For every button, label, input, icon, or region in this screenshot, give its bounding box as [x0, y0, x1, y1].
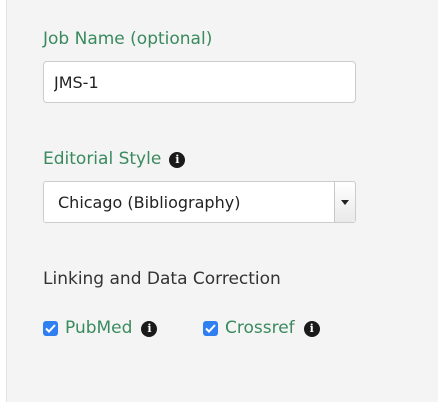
chevron-down-icon[interactable] — [334, 182, 355, 222]
crossref-label[interactable]: Crossref — [225, 320, 295, 337]
crossref-option: Crossref i — [203, 320, 320, 337]
editorial-style-label: Editorial Style — [43, 149, 162, 169]
pubmed-label[interactable]: PubMed — [65, 320, 132, 337]
info-circle-icon[interactable]: i — [169, 151, 186, 168]
pubmed-option: PubMed i — [43, 320, 158, 337]
checkmark-icon — [45, 324, 56, 333]
job-settings-panel: Job Name (optional) Editorial Style i Ch… — [6, 0, 438, 402]
editorial-style-selected-value: Chicago (Bibliography) — [58, 192, 241, 212]
editorial-style-select[interactable]: Chicago (Bibliography) — [43, 181, 356, 223]
editorial-style-label-row: Editorial Style i — [43, 149, 186, 169]
linking-section-title: Linking and Data Correction — [43, 269, 281, 289]
info-circle-icon[interactable]: i — [141, 320, 158, 337]
job-name-input[interactable] — [43, 61, 356, 103]
job-name-label: Job Name (optional) — [43, 29, 213, 49]
crossref-checkbox[interactable] — [203, 321, 218, 336]
pubmed-checkbox[interactable] — [43, 321, 58, 336]
info-circle-icon[interactable]: i — [303, 320, 320, 337]
checkmark-icon — [205, 324, 216, 333]
